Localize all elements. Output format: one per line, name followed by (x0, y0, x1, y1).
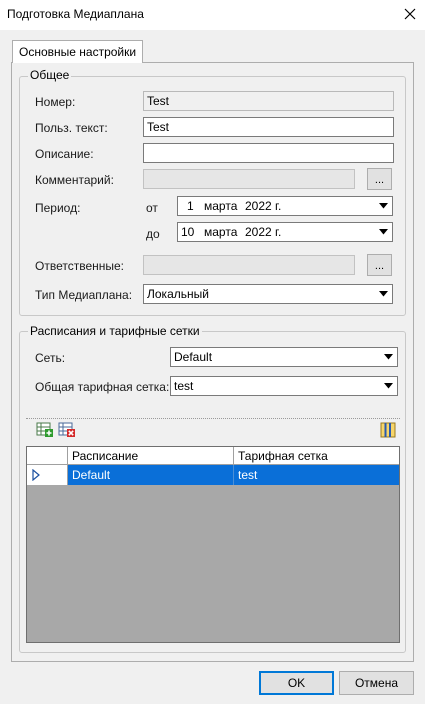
ok-button[interactable]: OK (259, 671, 334, 695)
delete-row-button[interactable] (58, 421, 76, 439)
grid-header: Расписание Тарифная сетка (27, 447, 399, 465)
plan-type-value: Локальный (147, 287, 209, 301)
tariff-label: Общая тарифная сетка: (35, 380, 170, 394)
comment-label: Комментарий: (35, 173, 114, 187)
column-chooser-button[interactable] (379, 421, 397, 439)
chevron-down-icon[interactable] (376, 287, 390, 301)
network-value: Default (174, 350, 213, 364)
row-indicator-cell (27, 465, 68, 485)
responsible-field[interactable] (143, 255, 355, 275)
row-pointer-icon (32, 469, 40, 481)
plan-type-select[interactable]: Локальный (143, 284, 393, 304)
from-year[interactable]: 2022 г. (245, 199, 281, 213)
tariff-select[interactable]: test (170, 376, 398, 396)
network-select[interactable]: Default (170, 347, 398, 367)
add-row-button[interactable] (36, 421, 54, 439)
chevron-down-icon[interactable] (376, 199, 390, 213)
from-month[interactable]: марта (204, 199, 237, 213)
window-title: Подготовка Медиаплана (7, 7, 144, 21)
schedules-grid[interactable]: Расписание Тарифная сетка Default test (26, 446, 400, 643)
schedules-group-title: Расписания и тарифные сетки (28, 324, 202, 338)
to-year[interactable]: 2022 г. (245, 225, 281, 239)
delete-row-icon (58, 422, 75, 437)
cell-tariff[interactable]: test (234, 465, 399, 485)
period-to-label: до (146, 227, 160, 241)
responsible-browse-button[interactable]: ... (367, 254, 392, 276)
network-label: Сеть: (35, 351, 66, 365)
responsible-label: Ответственные: (35, 259, 125, 273)
period-from-date-picker[interactable]: 1 марта 2022 г. (177, 196, 393, 216)
header-tariff[interactable]: Тарифная сетка (234, 447, 399, 464)
chevron-down-icon[interactable] (381, 379, 395, 393)
tariff-value: test (174, 379, 194, 393)
chevron-down-icon[interactable] (381, 350, 395, 364)
comment-field[interactable] (143, 169, 355, 189)
close-button[interactable] (395, 0, 425, 28)
toolbar-separator (26, 418, 400, 419)
to-day[interactable]: 10 (181, 225, 194, 239)
tab-main-settings[interactable]: Основные настройки (12, 40, 144, 63)
number-label: Номер: (35, 95, 76, 109)
description-field[interactable] (143, 143, 394, 163)
table-row[interactable]: Default test (27, 465, 399, 485)
header-schedule[interactable]: Расписание (68, 447, 234, 464)
chevron-down-icon[interactable] (376, 225, 390, 239)
header-indicator-cell (27, 447, 68, 464)
period-from-label: от (146, 201, 158, 215)
number-field[interactable]: Test (143, 91, 394, 111)
tab-label: Основные настройки (19, 45, 137, 59)
user-text-label: Польз. текст: (35, 121, 108, 135)
column-chooser-icon (380, 422, 396, 438)
comment-browse-button[interactable]: ... (367, 168, 392, 190)
user-text-field[interactable]: Test (143, 117, 394, 137)
cell-schedule[interactable]: Default (68, 465, 234, 485)
general-group-title: Общее (28, 68, 72, 82)
to-month[interactable]: марта (204, 225, 237, 239)
cancel-button[interactable]: Отмена (339, 671, 414, 695)
description-label: Описание: (35, 147, 94, 161)
period-to-date-picker[interactable]: 10 марта 2022 г. (177, 222, 393, 242)
period-label: Период: (35, 201, 81, 215)
close-icon (404, 8, 416, 20)
plan-type-label: Тип Медиаплана: (35, 288, 133, 302)
from-day[interactable]: 1 (187, 199, 194, 213)
add-row-icon (36, 422, 53, 437)
